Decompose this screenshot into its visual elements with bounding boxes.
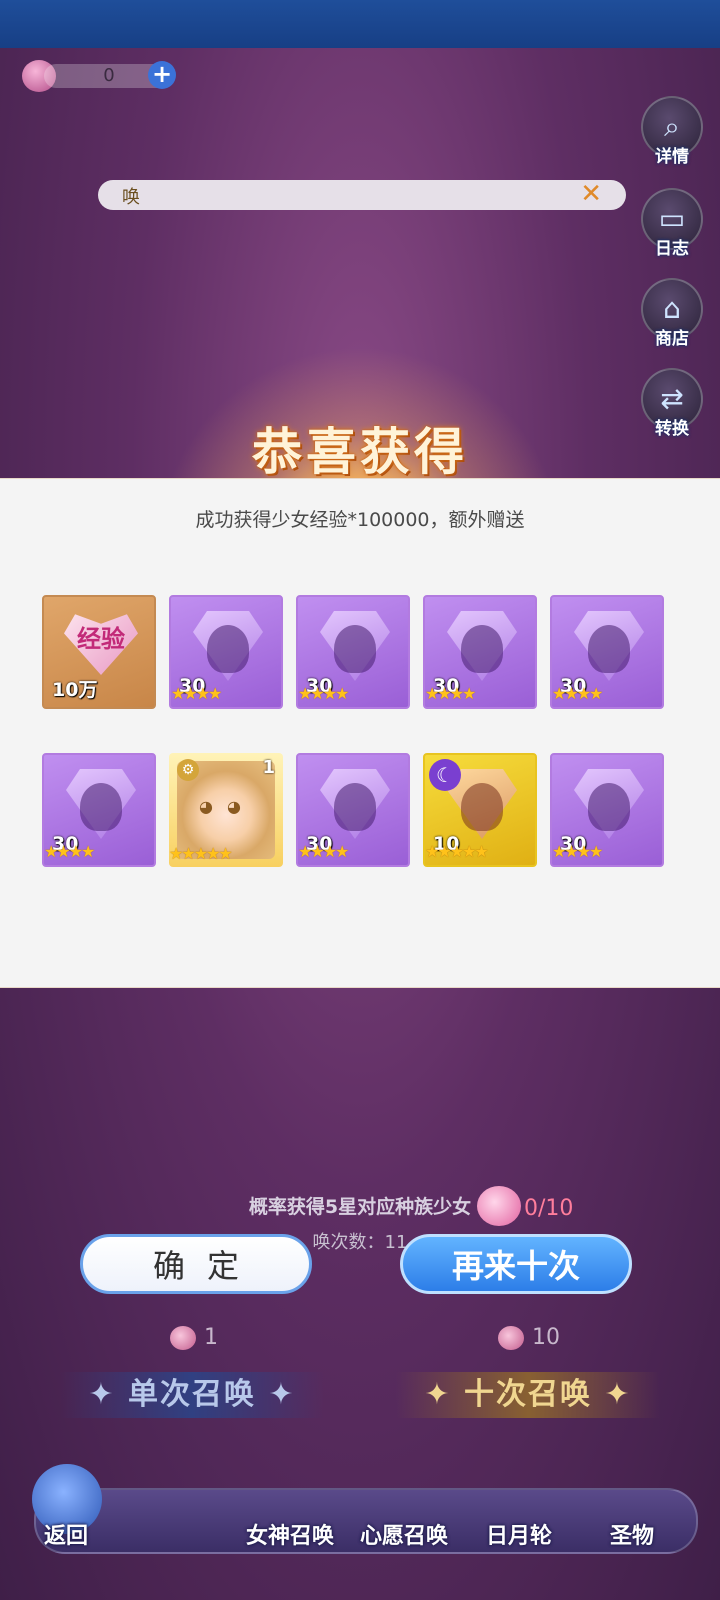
log-label: 日志 (655, 239, 689, 259)
nav-relic[interactable]: 圣物 (610, 1518, 654, 1550)
gem-icon (170, 1326, 196, 1350)
reward-item-shard[interactable]: 30 ★★★★ (296, 595, 410, 709)
item-count: 1 (262, 757, 275, 778)
reward-item-shard[interactable]: 30 ★★★★ (296, 753, 410, 867)
single-summon-button[interactable]: ✦ 单次召唤 ✦ (60, 1372, 324, 1418)
star-rating: ★★★★ (425, 684, 476, 703)
nav-sun-moon-wheel[interactable]: 日月轮 (486, 1518, 552, 1550)
ticket-count: 0/10 (524, 1196, 574, 1221)
shop-button[interactable]: ⌂ 商店 (640, 278, 704, 358)
single-cost: 1 (204, 1325, 218, 1350)
reward-item-character[interactable]: ◕◕ ⚙ 1 ★★★★★ (169, 753, 283, 867)
star-rating: ★★★★ (552, 684, 603, 703)
silhouette (461, 625, 503, 673)
reward-panel: 成功获得少女经验*100000，额外赠送 经验 10万 30 ★★★★ 30 ★… (0, 478, 720, 988)
ten-summon-button[interactable]: ✦ 十次召唤 ✦ (396, 1372, 660, 1418)
nav-wish-summon[interactable]: 心愿召唤 (360, 1518, 448, 1550)
reward-message: 成功获得少女经验*100000，额外赠送 (195, 509, 525, 531)
reward-item-gold-shard[interactable]: ☾ 10 ★★★★★ (423, 753, 537, 867)
currency-display: 0 + (22, 60, 177, 92)
clear-icon[interactable]: ✕ (580, 179, 602, 209)
item-count: 10万 (52, 679, 98, 701)
silhouette (461, 783, 503, 831)
reward-item-exp[interactable]: 经验 10万 (42, 595, 156, 709)
exp-heart-icon: 经验 (64, 614, 138, 675)
star-rating: ★★★★ (44, 842, 95, 861)
confirm-button[interactable]: 确定 (80, 1234, 312, 1294)
silhouette (207, 625, 249, 673)
reward-item-shard[interactable]: 30 ★★★★ (169, 595, 283, 709)
nav-back[interactable]: 返回 (44, 1518, 88, 1550)
reward-item-shard[interactable]: 30 ★★★★ (42, 753, 156, 867)
wish-ticket-icon (477, 1186, 521, 1226)
silhouette (80, 783, 122, 831)
top-status-bar (0, 0, 720, 48)
add-currency-button[interactable]: + (148, 61, 176, 89)
silhouette (334, 783, 376, 831)
shop-label: 商店 (655, 329, 689, 349)
silhouette (588, 783, 630, 831)
nav-goddess-summon[interactable]: 女神召唤 (246, 1518, 334, 1550)
star-rating: ★★★★★ (425, 842, 489, 861)
star-rating: ★★★★ (171, 684, 222, 703)
reward-item-shard[interactable]: 30 ★★★★ (423, 595, 537, 709)
silhouette (334, 625, 376, 673)
star-rating: ★★★★ (298, 684, 349, 703)
silhouette (588, 625, 630, 673)
character-eyes: ◕◕ (199, 797, 255, 816)
star-rating: ★★★★ (298, 842, 349, 861)
details-label: 详情 (655, 147, 689, 167)
details-button[interactable]: ⌕ 详情 (640, 96, 704, 176)
reward-item-shard[interactable]: 30 ★★★★ (550, 595, 664, 709)
reward-title: 恭喜获得 (252, 423, 468, 481)
gear-badge-icon: ⚙ (177, 759, 199, 781)
star-rating: ★★★★★ (169, 844, 233, 863)
log-button[interactable]: ▭ 日志 (640, 188, 704, 268)
search-text: 唤 (122, 187, 140, 208)
reward-item-shard[interactable]: 30 ★★★★ (550, 753, 664, 867)
gem-icon (498, 1326, 524, 1350)
search-input[interactable]: 唤 ✕ (98, 179, 626, 210)
summon-again-button[interactable]: 再来十次 (400, 1234, 632, 1294)
star-rating: ★★★★ (552, 842, 603, 861)
ten-cost: 10 (532, 1325, 560, 1350)
moon-badge-icon: ☾ (429, 759, 461, 791)
probability-hint: 概率获得5星对应种族少女 (248, 1196, 472, 1218)
